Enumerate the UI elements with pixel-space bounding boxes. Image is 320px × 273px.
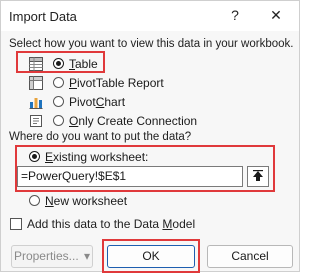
pivotchart-icon bbox=[29, 98, 43, 109]
existing-worksheet-highlight-box bbox=[15, 145, 275, 192]
pivottable-radio[interactable] bbox=[53, 77, 64, 88]
dropdown-arrow-icon: ▾ bbox=[84, 249, 91, 263]
close-button[interactable]: ✕ bbox=[267, 6, 285, 24]
ok-highlight-box bbox=[102, 239, 200, 273]
cancel-button[interactable]: Cancel bbox=[207, 245, 293, 268]
option-pivottable[interactable]: PivotTable Report bbox=[29, 75, 209, 93]
properties-label: Properties... bbox=[13, 249, 79, 263]
title-bar: Import Data ? ✕ bbox=[1, 1, 299, 31]
new-worksheet-label: New worksheet bbox=[45, 194, 128, 208]
option-new-worksheet[interactable]: New worksheet bbox=[5, 193, 205, 211]
help-button[interactable]: ? bbox=[227, 6, 243, 24]
pivottable-icon bbox=[29, 76, 43, 90]
option-only-connection[interactable]: Only Create Connection bbox=[29, 113, 229, 131]
properties-button[interactable]: Properties... ▾ bbox=[11, 245, 93, 268]
only-connection-radio[interactable] bbox=[53, 115, 64, 126]
only-connection-label: Only Create Connection bbox=[69, 114, 198, 128]
new-worksheet-radio[interactable] bbox=[29, 195, 40, 206]
view-section-label: Select how you want to view this data in… bbox=[9, 38, 294, 50]
table-highlight-box bbox=[16, 51, 105, 73]
option-pivotchart[interactable]: PivotChart bbox=[29, 94, 209, 112]
pivottable-label: PivotTable Report bbox=[69, 76, 164, 90]
dialog-title: Import Data bbox=[9, 9, 77, 24]
location-section-label: Where do you want to put the data? bbox=[9, 131, 192, 143]
import-data-dialog: Import Data ? ✕ Select how you want to v… bbox=[0, 0, 300, 273]
data-model-label: Add this data to the Data Model bbox=[27, 217, 196, 231]
pivotchart-label: PivotChart bbox=[69, 95, 126, 109]
connection-icon bbox=[30, 115, 42, 127]
pivotchart-radio[interactable] bbox=[53, 96, 64, 107]
data-model-checkbox[interactable] bbox=[10, 218, 22, 230]
